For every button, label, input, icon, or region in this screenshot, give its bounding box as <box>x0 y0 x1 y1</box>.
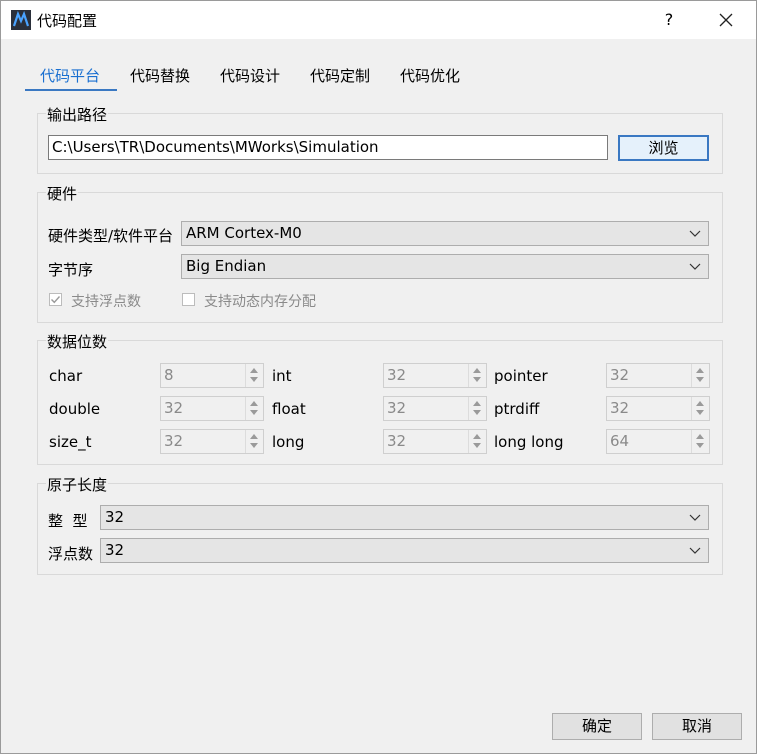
long-long-value: 64 <box>610 432 630 450</box>
long-spinbox[interactable]: 32 <box>383 429 487 454</box>
spin-arrows-icon[interactable] <box>245 364 263 387</box>
tab-code-optimization[interactable]: 代码优化 <box>400 65 460 89</box>
pointer-spinbox[interactable]: 32 <box>606 363 710 388</box>
dynamic-memory-label: 支持动态内存分配 <box>204 294 316 310</box>
spin-arrows-icon[interactable] <box>245 397 263 420</box>
help-button[interactable]: ? <box>651 7 687 33</box>
float-length-select[interactable]: 32 <box>100 538 709 563</box>
integer-select[interactable]: 32 <box>100 505 709 530</box>
tab-code-replacement[interactable]: 代码替换 <box>130 65 190 89</box>
code-config-dialog: 代码配置 ? 代码平台 代码替换 代码设计 代码定制 代码优化 输出路径 C:\… <box>0 0 757 754</box>
tab-code-design[interactable]: 代码设计 <box>220 65 280 89</box>
cancel-button[interactable]: 取消 <box>652 713 742 740</box>
active-tab-indicator <box>25 89 117 91</box>
spin-arrows-icon[interactable] <box>468 397 486 420</box>
byte-order-label: 字节序 <box>48 261 94 279</box>
close-icon[interactable] <box>706 6 746 34</box>
size-t-value: 32 <box>164 432 184 450</box>
platform-value: ARM Cortex-M0 <box>186 224 302 242</box>
float-support-label: 支持浮点数 <box>71 294 141 310</box>
double-label: double <box>49 400 101 418</box>
title-bar: 代码配置 ? <box>1 1 756 39</box>
spin-arrows-icon[interactable] <box>691 397 709 420</box>
mworks-logo-icon <box>11 10 31 30</box>
chevron-down-icon <box>689 230 701 237</box>
ptrdiff-label: ptrdiff <box>494 400 540 418</box>
char-spinbox[interactable]: 8 <box>160 363 264 388</box>
float-spinbox[interactable]: 32 <box>383 396 487 421</box>
byte-order-value: Big Endian <box>186 257 267 275</box>
pointer-label: pointer <box>494 367 548 385</box>
char-value: 8 <box>164 366 174 384</box>
double-value: 32 <box>164 399 184 417</box>
chevron-down-icon <box>689 547 701 554</box>
int-spinbox[interactable]: 32 <box>383 363 487 388</box>
output-path-title: 输出路径 <box>46 104 109 125</box>
double-spinbox[interactable]: 32 <box>160 396 264 421</box>
int-value: 32 <box>387 366 407 384</box>
float-length-label: 浮点数 <box>48 545 94 563</box>
float-support-checkbox[interactable] <box>49 293 62 306</box>
window-title: 代码配置 <box>37 12 98 30</box>
long-value: 32 <box>387 432 407 450</box>
integer-label: 整 型 <box>48 512 88 530</box>
dynamic-memory-checkbox[interactable] <box>182 293 195 306</box>
pointer-value: 32 <box>610 366 630 384</box>
platform-select[interactable]: ARM Cortex-M0 <box>181 221 709 246</box>
size-t-label: size_t <box>49 433 92 451</box>
chevron-down-icon <box>689 514 701 521</box>
char-label: char <box>49 367 83 385</box>
spin-arrows-icon[interactable] <box>468 430 486 453</box>
float-value: 32 <box>387 399 407 417</box>
platform-label: 硬件类型/软件平台 <box>48 227 174 245</box>
ok-button[interactable]: 确定 <box>552 713 642 740</box>
long-long-spinbox[interactable]: 64 <box>606 429 710 454</box>
long-long-label: long long <box>494 433 564 451</box>
byte-order-select[interactable]: Big Endian <box>181 254 709 279</box>
tab-code-customization[interactable]: 代码定制 <box>310 65 370 89</box>
spin-arrows-icon[interactable] <box>691 430 709 453</box>
checkmark-icon <box>51 296 61 304</box>
output-path-input[interactable]: C:\Users\TR\Documents\MWorks\Simulation <box>48 135 608 160</box>
spin-arrows-icon[interactable] <box>245 430 263 453</box>
spin-arrows-icon[interactable] <box>691 364 709 387</box>
tab-code-platform[interactable]: 代码平台 <box>40 65 100 89</box>
hardware-title: 硬件 <box>46 183 79 204</box>
ptrdiff-value: 32 <box>610 399 630 417</box>
spin-arrows-icon[interactable] <box>468 364 486 387</box>
float-length-value: 32 <box>105 541 125 559</box>
data-bits-title: 数据位数 <box>46 331 109 352</box>
float-label: float <box>272 400 306 418</box>
ptrdiff-spinbox[interactable]: 32 <box>606 396 710 421</box>
atomic-length-title: 原子长度 <box>46 474 109 495</box>
browse-button[interactable]: 浏览 <box>618 135 709 161</box>
integer-value: 32 <box>105 508 125 526</box>
chevron-down-icon <box>689 263 701 270</box>
long-label: long <box>272 433 305 451</box>
size-t-spinbox[interactable]: 32 <box>160 429 264 454</box>
int-label: int <box>272 367 292 385</box>
